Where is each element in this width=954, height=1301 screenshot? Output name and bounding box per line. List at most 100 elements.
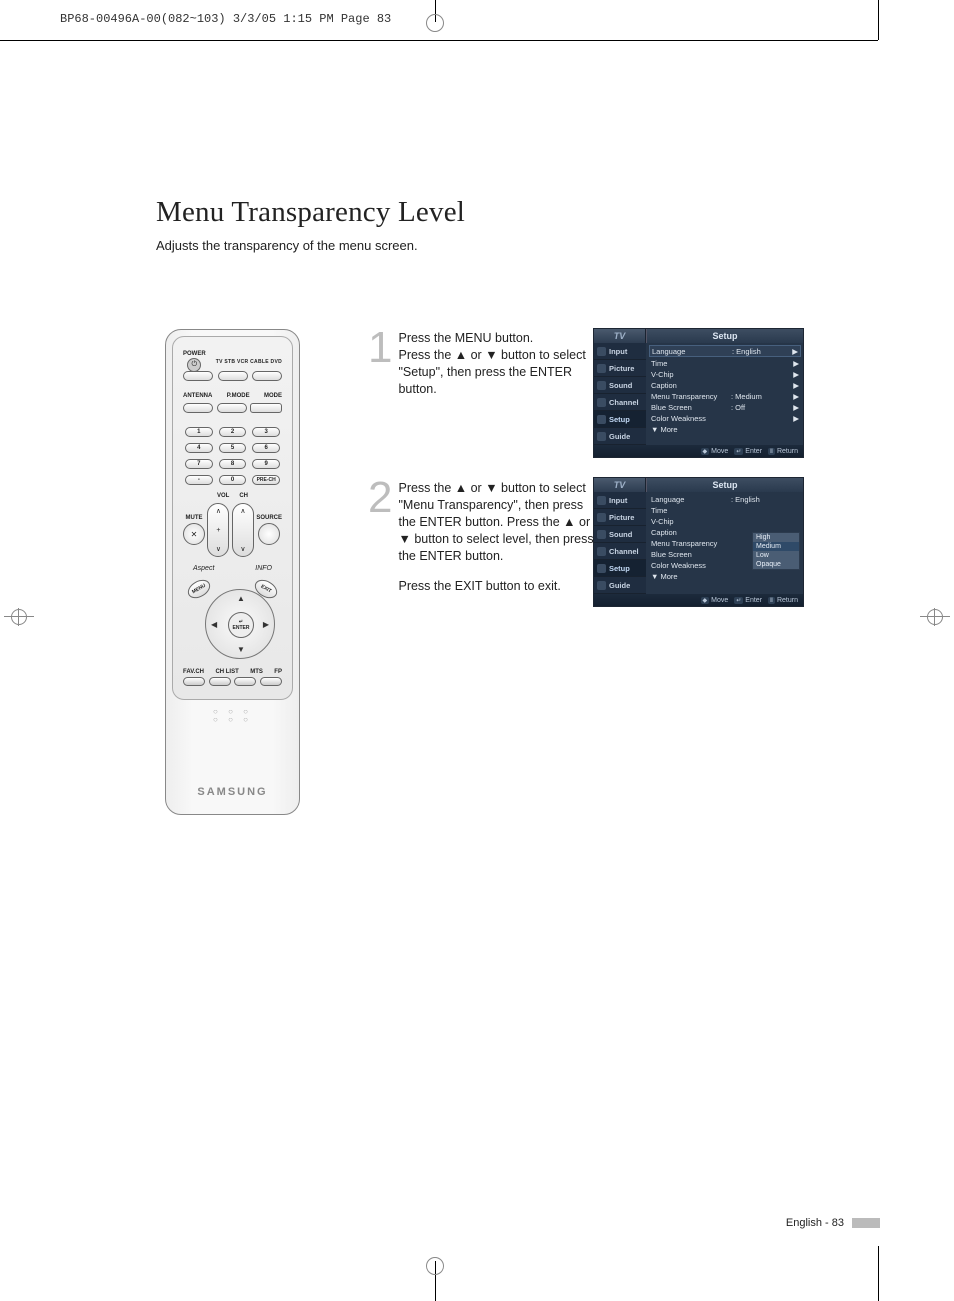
sidebar-input: Input bbox=[594, 492, 646, 509]
osd-content: Language: English▶Time▶V-Chip▶Caption▶Me… bbox=[646, 343, 803, 445]
step-number: 1 bbox=[368, 330, 392, 365]
d-pad: ▲ ▼ ◀ ▶ ↵ ENTER bbox=[205, 589, 275, 659]
num-3: 3 bbox=[252, 427, 280, 437]
aspect-label: Aspect bbox=[193, 565, 214, 572]
number-pad: 1 2 3 4 5 6 7 8 9 - 0 PRE-CH bbox=[185, 427, 280, 485]
page-title: Menu Transparency Level bbox=[156, 196, 465, 229]
osd-row: Language: English bbox=[651, 494, 799, 505]
osd-row: V-Chip bbox=[651, 516, 799, 527]
mute-label: MUTE bbox=[186, 515, 203, 521]
sidebar-channel: Channel bbox=[594, 394, 646, 411]
crop-mark bbox=[0, 40, 878, 41]
source-label: SOURCE bbox=[256, 515, 282, 521]
crop-mark bbox=[426, 14, 444, 32]
power-button: ⏻ bbox=[187, 358, 201, 372]
osd-more: ▼ More bbox=[651, 572, 799, 581]
step-number: 2 bbox=[368, 480, 392, 515]
mts-label: MTS bbox=[250, 669, 263, 675]
menu-button: MENU bbox=[185, 576, 214, 602]
footer-bar bbox=[852, 1218, 880, 1228]
num-0: 0 bbox=[219, 475, 247, 485]
print-header: BP68-00496A-00(082~103) 3/3/05 1:15 PM P… bbox=[60, 12, 391, 26]
mode-label: MODE bbox=[264, 393, 282, 399]
antenna-label: ANTENNA bbox=[183, 393, 212, 399]
page-number: English - 83 bbox=[786, 1217, 844, 1229]
sidebar-setup: Setup bbox=[594, 411, 646, 428]
info-label: INFO bbox=[255, 565, 272, 572]
osd-row: V-Chip▶ bbox=[651, 369, 799, 380]
dropdown-option: High bbox=[753, 533, 799, 542]
enter-button: ↵ ENTER bbox=[228, 612, 254, 638]
osd-tv-label: TV bbox=[594, 329, 646, 343]
num-8: 8 bbox=[219, 459, 247, 469]
osd-sidebar: Input Picture Sound Channel Setup Guide bbox=[594, 343, 646, 445]
sidebar-guide: Guide bbox=[594, 428, 646, 445]
osd-setup-menu-2: TV Setup Input Picture Sound Channel Set… bbox=[593, 477, 804, 607]
page-footer: English - 83 bbox=[786, 1217, 880, 1229]
num-1: 1 bbox=[185, 427, 213, 437]
osd-row: Color Weakness▶ bbox=[651, 413, 799, 424]
crop-mark bbox=[920, 608, 950, 626]
sidebar-sound: Sound bbox=[594, 526, 646, 543]
brand-label: SAMSUNG bbox=[166, 786, 299, 798]
num-4: 4 bbox=[185, 443, 213, 453]
fp-label: FP bbox=[274, 669, 282, 675]
sidebar-guide: Guide bbox=[594, 577, 646, 594]
favch-label: FAV.CH bbox=[183, 669, 204, 675]
mode-labels: TV STB VCR CABLE DVD bbox=[216, 359, 282, 365]
crop-mark bbox=[878, 1246, 879, 1301]
osd-row: Caption▶ bbox=[651, 380, 799, 391]
num-6: 6 bbox=[252, 443, 280, 453]
num-5: 5 bbox=[219, 443, 247, 453]
remote-control-figure: POWER ⏻ TV STB VCR CABLE DVD ANTENNA P.M… bbox=[165, 329, 300, 815]
dropdown-option: Medium bbox=[753, 542, 799, 551]
step-1: 1 Press the MENU button. Press the ▲ or … bbox=[368, 330, 598, 398]
dropdown-option: Low bbox=[753, 551, 799, 560]
sidebar-setup: Setup bbox=[594, 560, 646, 577]
osd-row: Menu Transparency: Medium▶ bbox=[651, 391, 799, 402]
dots: ○ ○ ○○ ○ ○ bbox=[166, 708, 299, 724]
crop-mark bbox=[878, 0, 879, 40]
step-text: Press the ▲ or ▼ button to select "Menu … bbox=[398, 480, 598, 564]
osd-content: Language: EnglishTimeV-ChipCaptionMenu T… bbox=[646, 492, 803, 594]
osd-setup-menu-1: TV Setup Input Picture Sound Channel Set… bbox=[593, 328, 804, 458]
osd-title: Setup bbox=[646, 478, 803, 492]
dropdown-option: Opaque bbox=[753, 560, 799, 569]
crop-mark bbox=[426, 1257, 444, 1275]
num-9: 9 bbox=[252, 459, 280, 469]
osd-row: Time bbox=[651, 505, 799, 516]
sidebar-channel: Channel bbox=[594, 543, 646, 560]
sidebar-picture: Picture bbox=[594, 360, 646, 377]
osd-row: Blue Screen: Off▶ bbox=[651, 402, 799, 413]
page-subtitle: Adjusts the transparency of the menu scr… bbox=[156, 238, 418, 253]
source-button bbox=[258, 523, 280, 545]
num-2: 2 bbox=[219, 427, 247, 437]
osd-tv-label: TV bbox=[594, 478, 646, 492]
num-dash: - bbox=[185, 475, 213, 485]
vol-rocker: ∧+∨ bbox=[207, 503, 229, 557]
sidebar-input: Input bbox=[594, 343, 646, 360]
osd-title: Setup bbox=[646, 329, 803, 343]
osd-sidebar: Input Picture Sound Channel Setup Guide bbox=[594, 492, 646, 594]
osd-footer: ◆Move ↵Enter ⅡReturn bbox=[594, 594, 803, 606]
pmode-label: P.MODE bbox=[227, 393, 250, 399]
osd-more: ▼ More bbox=[651, 425, 799, 434]
transparency-dropdown: HighMediumLowOpaque bbox=[752, 532, 800, 570]
ch-rocker: ∧∨ bbox=[232, 503, 254, 557]
pre-ch: PRE-CH bbox=[252, 475, 280, 485]
sidebar-picture: Picture bbox=[594, 509, 646, 526]
crop-mark bbox=[4, 608, 34, 626]
mute-button: ✕ bbox=[183, 523, 205, 545]
chlist-label: CH LIST bbox=[215, 669, 238, 675]
vol-label: VOL bbox=[217, 493, 229, 499]
osd-row: Time▶ bbox=[651, 358, 799, 369]
num-7: 7 bbox=[185, 459, 213, 469]
power-label: POWER bbox=[183, 351, 206, 357]
osd-footer: ◆Move ↵Enter ⅡReturn bbox=[594, 445, 803, 457]
step-2: 2 Press the ▲ or ▼ button to select "Men… bbox=[368, 480, 598, 595]
osd-row: Language: English▶ bbox=[649, 345, 801, 357]
step-text: Press the MENU button. Press the ▲ or ▼ … bbox=[398, 330, 598, 398]
ch-label: CH bbox=[239, 493, 248, 499]
step-exit-text: Press the EXIT button to exit. bbox=[398, 578, 598, 595]
sidebar-sound: Sound bbox=[594, 377, 646, 394]
